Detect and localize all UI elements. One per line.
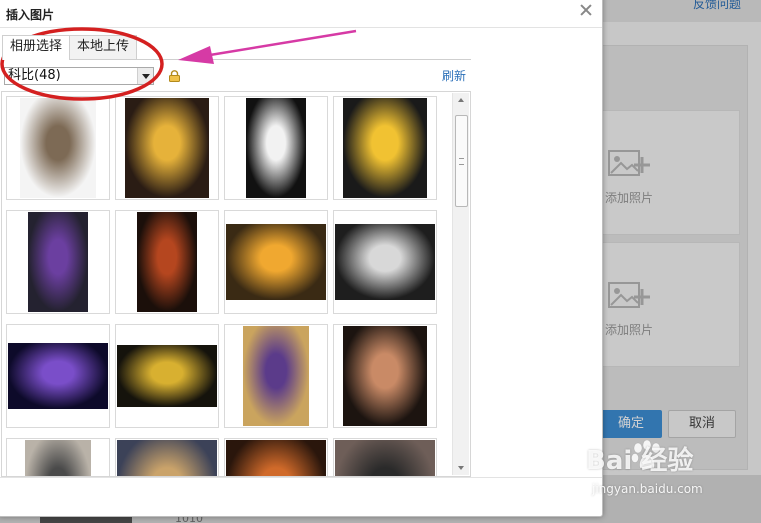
photo-thumbnail[interactable] — [224, 324, 328, 428]
portrait-photo — [343, 98, 427, 198]
photo-thumbnail[interactable] — [333, 96, 437, 200]
scroll-down-arrow-icon[interactable] — [453, 463, 470, 473]
court-photo — [243, 326, 309, 426]
photo-thumbnail[interactable] — [115, 438, 219, 476]
dunk-photo — [25, 440, 91, 476]
lock-icon — [169, 70, 180, 82]
scroll-up-arrow-icon[interactable] — [453, 95, 470, 105]
album-select[interactable]: 科比(48) — [4, 67, 154, 85]
photo-thumbnail[interactable] — [6, 324, 110, 428]
wings-poster — [8, 343, 108, 409]
tab-album-select[interactable]: 相册选择 — [2, 35, 71, 60]
close-icon[interactable] — [579, 3, 593, 17]
game-photo — [117, 440, 217, 476]
dunk-photo — [125, 98, 209, 198]
chevron-down-icon[interactable] — [137, 68, 153, 84]
dunk-photo — [20, 98, 96, 198]
photo-thumbnail[interactable] — [333, 324, 437, 428]
photo-thumbnail[interactable] — [224, 210, 328, 314]
tabs-divider — [1, 59, 471, 60]
photo-thumbnail[interactable] — [6, 438, 110, 476]
photo-thumbnail[interactable] — [115, 210, 219, 314]
court-photo — [335, 440, 435, 476]
photo-thumbnail[interactable] — [6, 210, 110, 314]
dialog-title: 插入图片 — [6, 8, 55, 22]
dialog-footer-divider — [0, 477, 602, 478]
portrait-photo — [343, 326, 427, 426]
scroll-thumb[interactable] — [455, 115, 468, 207]
portrait-photo — [28, 212, 88, 312]
photo-thumbnail[interactable] — [115, 96, 219, 200]
watermark-logo: Bai 经验 — [586, 446, 694, 476]
logo-poster — [117, 345, 217, 407]
dark-poster — [137, 212, 197, 312]
insert-image-dialog: 插入图片 相册选择 本地上传 科比(48) 刷新 — [0, 0, 603, 517]
photo-thumbnail[interactable] — [6, 96, 110, 200]
photo-thumbnail[interactable] — [224, 96, 328, 200]
album-select-value: 科比(48) — [8, 68, 61, 83]
watermark: Bai 经验 jingyan.baidu.com — [586, 440, 761, 520]
arena-photo — [226, 440, 326, 476]
tab-local-upload[interactable]: 本地上传 — [69, 35, 138, 59]
photo-thumbnail[interactable] — [333, 438, 437, 476]
gallery-scrollbar[interactable] — [452, 93, 469, 475]
refresh-link[interactable]: 刷新 — [442, 67, 466, 84]
photo-thumbnail[interactable] — [115, 324, 219, 428]
watermark-url: jingyan.baidu.com — [592, 482, 703, 496]
title-divider — [0, 27, 602, 28]
white-jersey-poster — [246, 98, 306, 198]
photo-thumbnail[interactable] — [224, 438, 328, 476]
photo-gallery — [1, 91, 471, 477]
grey-poster — [335, 224, 435, 300]
arena-photo — [226, 224, 326, 300]
photo-thumbnail[interactable] — [333, 210, 437, 314]
